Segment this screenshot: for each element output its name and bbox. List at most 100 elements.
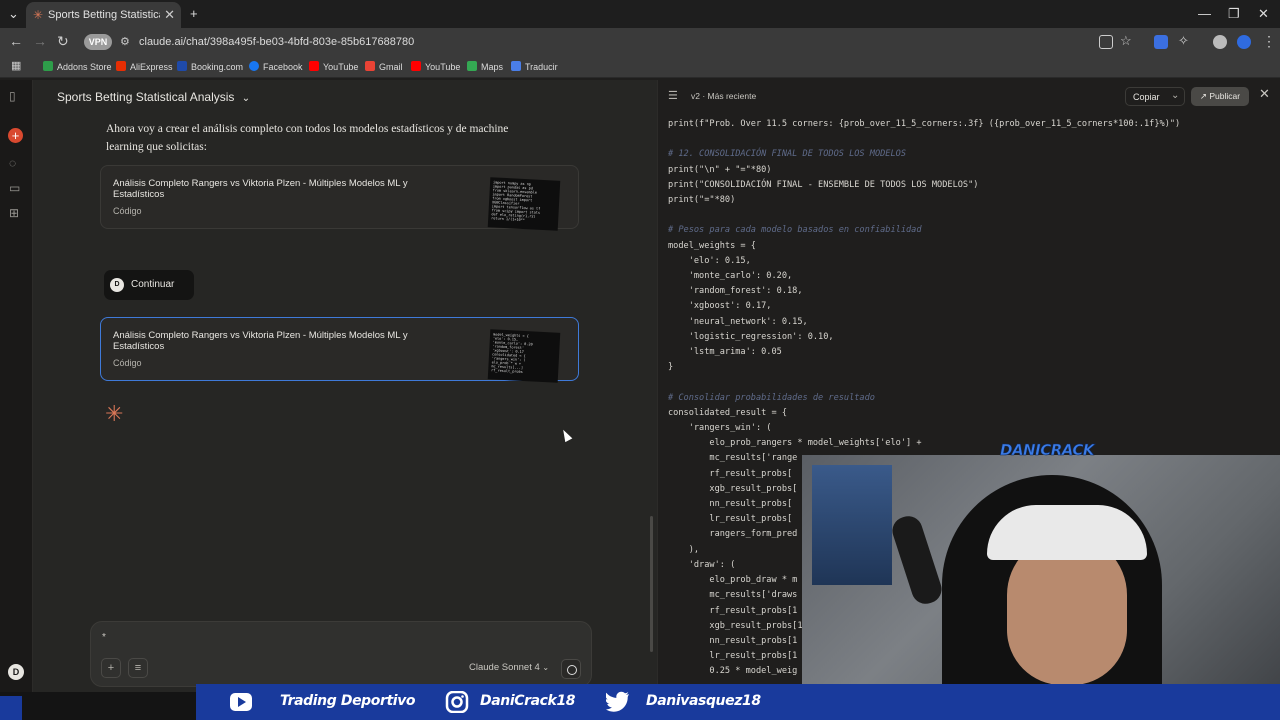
bookmark-gmail[interactable]: Gmail (365, 61, 403, 72)
vpn-badge[interactable]: VPN (84, 34, 112, 50)
continue-button[interactable]: D Continuar (104, 270, 194, 300)
bookmark-booking[interactable]: Booking.com (177, 61, 243, 72)
social-banner: Trading Deportivo DaniCrack18 Danivasque… (196, 684, 1280, 720)
chevron-down-icon[interactable]: ⌄ (1171, 90, 1179, 101)
artifact-card[interactable]: Análisis Completo Rangers vs Viktoria Pl… (100, 165, 579, 231)
youtube-icon (309, 61, 319, 71)
copy-button[interactable]: Copiar ⌄ (1125, 87, 1185, 106)
code-line: print(f"Prob. Over 11.5 corners: {prob_o… (668, 119, 1181, 129)
artifact-code-thumbnail: import numpy as np import pandas as pd fro… (487, 177, 561, 231)
chats-icon[interactable]: ◌ (9, 156, 16, 170)
bookmark-facebook[interactable]: Facebook (249, 61, 303, 72)
browser-tab[interactable]: ✳ Sports Betting Statistical Analysis ✕ (26, 2, 181, 28)
back-icon[interactable]: ← (9, 33, 23, 49)
code-line: print("CONSOLIDACIÓN FINAL - ENSEMBLE DE… (668, 179, 979, 190)
gmail-icon (365, 61, 375, 71)
new-tab-icon[interactable]: + (190, 6, 198, 21)
aliexpress-icon (116, 61, 126, 71)
new-chat-icon[interactable]: + (8, 128, 23, 143)
bookmark-youtube-2[interactable]: YouTube (411, 61, 460, 72)
bookmark-aliexpress[interactable]: AliExpress (116, 61, 173, 72)
toggle-sidebar-icon[interactable]: ▯ (9, 89, 16, 103)
url-field[interactable]: claude.ai/chat/398a495f-be03-4bfd-803e-8… (139, 36, 414, 48)
publish-button[interactable]: ↗ Publicar (1191, 87, 1249, 106)
booking-icon (177, 61, 187, 71)
microphone (888, 512, 946, 608)
close-icon[interactable]: ✕ (1259, 86, 1270, 102)
code-line: print("\n" + "="*80) (668, 164, 772, 175)
profile-icon[interactable] (1213, 35, 1227, 49)
forward-icon[interactable]: → (33, 33, 47, 49)
code-line: 'neural_network': 0.15, (668, 316, 808, 327)
artifact-code-thumbnail: model_weights = {'elo': 0.15,'monte_carl… (487, 329, 561, 383)
bookmark-youtube[interactable]: YouTube (309, 61, 358, 72)
model-selector[interactable]: Claude Sonnet 4 ⌄ (469, 662, 549, 673)
minimize-icon[interactable]: — (1198, 6, 1211, 21)
user-avatar[interactable]: D (8, 664, 24, 680)
social-youtube-label: Trading Deportivo (280, 693, 416, 709)
account-check-icon[interactable] (1237, 35, 1251, 49)
voice-mode-icon[interactable] (561, 659, 581, 679)
mouse-cursor (559, 427, 573, 443)
tools-icon[interactable]: ≡ (128, 658, 148, 678)
code-line: 'rangers_win': ( (668, 423, 772, 434)
bookmark-maps[interactable]: Maps (467, 61, 503, 72)
list-icon[interactable]: ☰ (668, 89, 678, 102)
addons-store-icon (43, 61, 53, 71)
artifact-card-selected[interactable]: Análisis Completo Rangers vs Viktoria Pl… (100, 317, 579, 383)
code-line: 'random_forest': 0.18, (668, 286, 803, 297)
loading-asterisk-icon: ✳ (105, 401, 124, 426)
add-attachment-icon[interactable]: + (101, 658, 121, 678)
chat-scrollbar[interactable] (650, 516, 653, 652)
close-tab-icon[interactable]: ✕ (164, 7, 175, 23)
code-line: print("="*80) (668, 195, 736, 206)
bookmark-star-icon[interactable]: ☆ (1120, 33, 1132, 49)
code-line: elo_prob_rangers * model_weights['elo'] … (668, 438, 922, 449)
artifact-title: Análisis Completo Rangers vs Viktoria Pl… (113, 330, 408, 352)
message-composer[interactable]: * + ≡ Claude Sonnet 4 ⌄ (90, 621, 592, 687)
publish-label: Publicar (1209, 91, 1241, 101)
code-line: # Consolidar probabilidades de resultado (668, 392, 875, 403)
bookmark-traducir[interactable]: Traducir (511, 61, 558, 72)
screen-cast-icon[interactable] (1099, 35, 1113, 49)
chat-panel: Sports Betting Statistical Analysis ⌄ Ah… (33, 80, 657, 692)
artifact-header: ☰ v2 · Más reciente Copiar ⌄ ↗ Publicar … (658, 80, 1280, 112)
artifact-title: Análisis Completo Rangers vs Viktoria Pl… (113, 178, 408, 200)
twitter-icon (606, 691, 629, 712)
restore-icon[interactable]: ❐ (1228, 6, 1240, 22)
extensions-puzzle-icon[interactable]: ✧ (1178, 33, 1189, 49)
code-line: 'elo': 0.15, (668, 255, 751, 266)
code-line: 'lstm_arima': 0.05 (668, 347, 782, 358)
social-instagram-label: DaniCrack18 (480, 693, 576, 709)
artifacts-icon[interactable]: ⊞ (9, 206, 19, 220)
chat-title-dropdown[interactable]: Sports Betting Statistical Analysis ⌄ (57, 90, 250, 104)
code-line: model_weights = { (668, 240, 756, 251)
projects-icon[interactable]: ▭ (9, 181, 20, 195)
bookmark-addons-store[interactable]: Addons Store (43, 61, 112, 72)
translate-icon (511, 61, 521, 71)
extension-shield-icon[interactable] (1154, 35, 1168, 49)
webcam-overlay (802, 455, 1280, 699)
publish-icon: ↗ (1199, 91, 1208, 101)
tab-title: Sports Betting Statistical Analysis (48, 9, 160, 21)
site-settings-icon[interactable]: ⚙ (120, 35, 130, 48)
chat-title: Sports Betting Statistical Analysis (57, 90, 235, 104)
code-line: } (668, 362, 674, 373)
composer-input[interactable]: * (102, 632, 106, 643)
taskbar-strip (0, 692, 196, 720)
artifact-type: Código (113, 206, 142, 216)
claude-asterisk-icon: ✳ (33, 8, 44, 22)
apps-grid-icon[interactable]: ▦ (11, 59, 21, 72)
streamer-cap (987, 505, 1147, 560)
close-window-icon[interactable]: ✕ (1258, 6, 1269, 22)
taskbar-start (0, 696, 22, 720)
browser-menu-icon[interactable]: ⋮ (1262, 33, 1276, 50)
continue-avatar: D (110, 278, 124, 292)
tab-search-chevron-icon[interactable]: ⌄ (8, 6, 19, 22)
reload-icon[interactable]: ↻ (57, 33, 69, 50)
model-name: Claude Sonnet 4 (469, 662, 540, 673)
version-selector[interactable]: v2 · Más reciente (691, 91, 756, 101)
